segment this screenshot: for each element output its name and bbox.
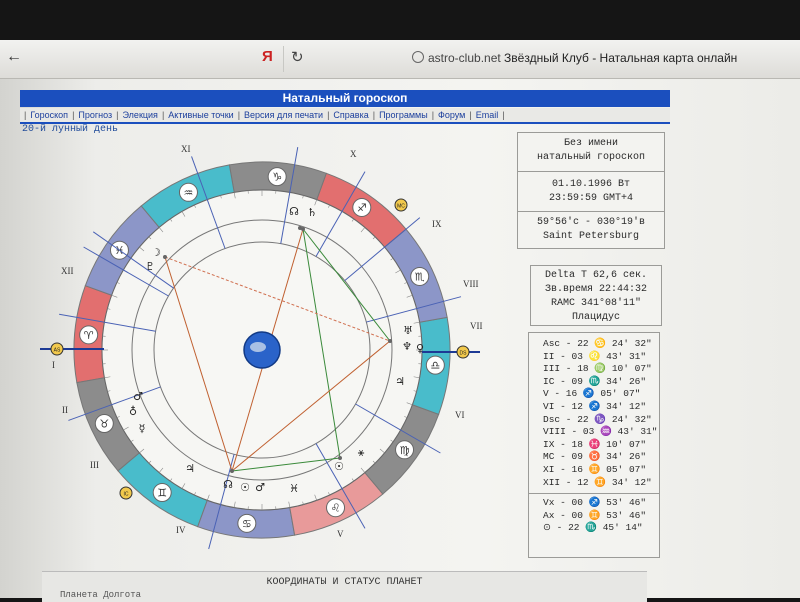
aspect-point: [163, 255, 167, 259]
planet-glyph: ☊: [223, 478, 233, 491]
planet-glyph: ⚹: [358, 446, 365, 459]
aspect-point: [230, 469, 234, 473]
house-label: IX: [432, 219, 442, 229]
planet-glyph: ♃: [395, 375, 405, 388]
house-label: XI: [181, 144, 191, 154]
zodiac-sign-label: ♋: [242, 517, 252, 530]
aspect-point: [298, 226, 302, 230]
zodiac-sign-label: ♐: [357, 201, 367, 214]
planet-glyph: ♃: [185, 462, 195, 475]
aspect-point: [388, 339, 392, 343]
planet-glyph: ♂: [133, 390, 143, 403]
house-label: III: [90, 460, 99, 470]
zodiac-sign-label: ♒: [184, 186, 194, 199]
house-label: VI: [455, 410, 465, 420]
planet-glyph: ♄: [307, 206, 317, 219]
zodiac-sign-label: ♍: [400, 444, 410, 457]
planet-glyph: ♅: [403, 324, 413, 337]
house-label: VII: [470, 321, 483, 331]
mc-marker-label: MC: [397, 204, 405, 210]
planet-glyph: ☿: [139, 422, 146, 435]
zodiac-sign-label: ♊: [157, 487, 167, 500]
planet-glyph: ♇: [145, 260, 155, 273]
zodiac-sign-label: ♑: [272, 171, 282, 184]
planet-glyph: ☉: [334, 460, 344, 473]
zodiac-sign-label: ♎: [430, 359, 440, 372]
planet-glyph: ☊: [289, 205, 299, 218]
house-label: II: [62, 405, 68, 415]
planet-glyph: ♂: [255, 481, 265, 494]
planet-glyph: ☽: [151, 246, 161, 259]
zodiac-sign-label: ♈: [84, 329, 94, 342]
planet-glyph: ♓: [289, 482, 299, 495]
planet-glyph: ☉: [240, 481, 250, 494]
planet-glyph: ♁: [129, 405, 137, 418]
ic-marker-label: IC: [124, 492, 129, 498]
planet-glyph: ♀: [416, 342, 424, 355]
zodiac-sign-label: ♌: [331, 502, 341, 515]
house-label: VIII: [463, 279, 479, 289]
asc-marker-label: AS: [54, 348, 61, 354]
house-label: IV: [176, 525, 186, 535]
house-label: V: [337, 529, 344, 539]
natal-chart-wheel: ♈♉♊♋♌♍♎♏♐♑♒♓IIIIIIIVVVIVIIVIIIIXXXIXIIAS…: [0, 0, 800, 598]
earth-continent: [250, 342, 266, 352]
house-label: XII: [61, 266, 74, 276]
house-label: X: [350, 149, 357, 159]
zodiac-sign-label: ♉: [99, 418, 109, 431]
planet-glyph: ♆: [402, 340, 412, 353]
dsc-marker-label: DS: [460, 351, 468, 357]
zodiac-sign-label: ♏: [415, 270, 425, 283]
house-label: I: [52, 360, 55, 370]
